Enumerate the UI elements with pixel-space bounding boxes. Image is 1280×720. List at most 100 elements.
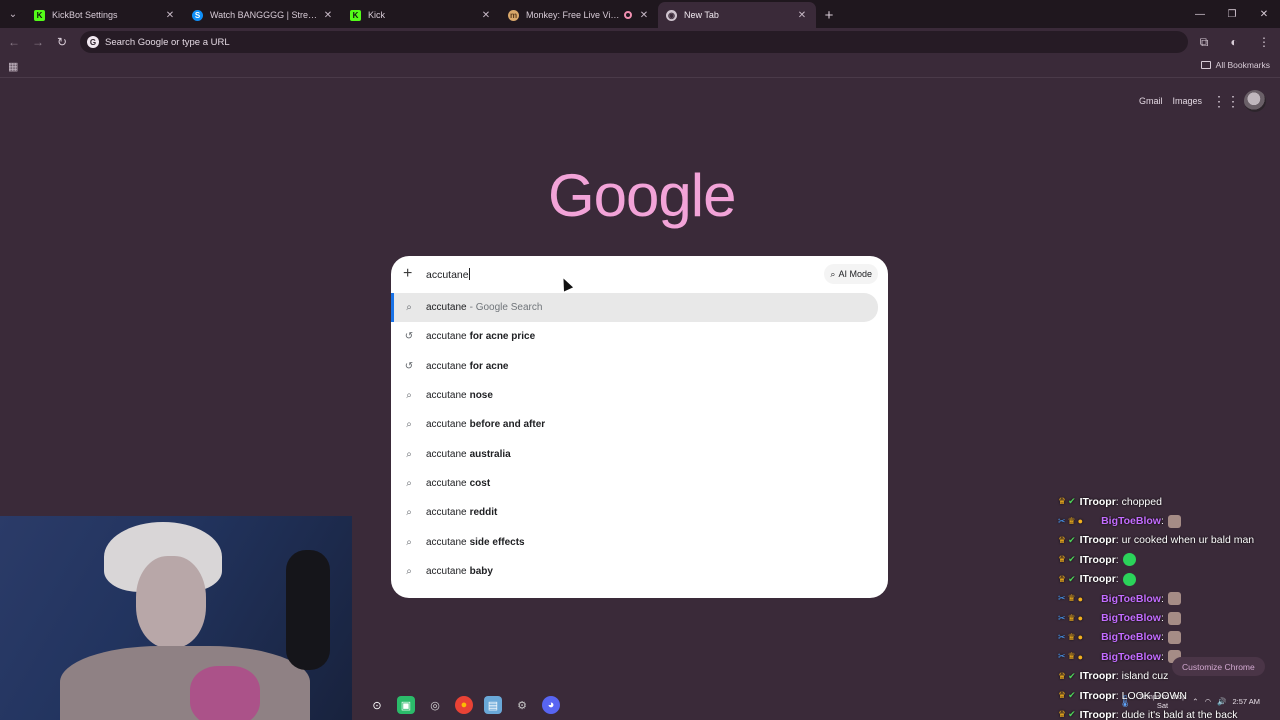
tab-close-icon[interactable]: ✕ [164, 10, 176, 21]
webcam-body [60, 646, 310, 720]
folder-icon [1200, 61, 1211, 69]
app-green-icon[interactable]: ▣ [397, 696, 415, 714]
chat-username[interactable]: BigToeBlow [1101, 593, 1161, 605]
chat-username[interactable]: BigToeBlow [1101, 651, 1161, 663]
chat-message: ♛ ✔ ITroopr: dude it's bald at the back [1058, 705, 1280, 720]
sword-badge-icon: ✂ [1058, 612, 1066, 623]
suggestion-base-text: accutane [426, 360, 467, 372]
text-caret [468, 268, 470, 280]
forward-arrow-icon[interactable]: → [26, 30, 50, 54]
settings-gear-icon[interactable]: ⚙ [513, 696, 531, 714]
tab-search-chevron-icon[interactable]: ⌄ [0, 0, 26, 28]
chat-username[interactable]: ITroopr [1080, 670, 1116, 682]
suggestion-completion-text: reddit [469, 507, 498, 519]
chat-message: ♛ ✔ ITroopr: [1058, 550, 1280, 569]
minimize-icon[interactable]: — [1184, 0, 1216, 28]
chat-message: ♛ ✔ ITroopr: ur cooked when ur bald man [1058, 531, 1280, 550]
tab-monkey[interactable]: m Monkey: Free Live Video Ch ✕ [500, 2, 658, 28]
back-arrow-icon[interactable]: ← [2, 30, 26, 54]
chat-message: ✂ ♛ ● BigToeBlow: [1058, 511, 1280, 530]
search-query[interactable]: accutane [426, 268, 470, 281]
verified-badge-icon: ✔ [1068, 554, 1076, 565]
profile-icon[interactable]: ◐ [1222, 32, 1246, 52]
chat-message: ♛ ✔ ITroopr: LOOK DOWN [1058, 686, 1280, 705]
history-clock-icon: ↺ [404, 360, 414, 372]
menu-kebab-icon[interactable]: ⋮ [1252, 32, 1276, 52]
google-apps-icon[interactable]: ⋮⋮⋮ [1212, 93, 1254, 110]
add-plus-icon[interactable]: + [403, 265, 412, 283]
coin-badge-icon: ● [1077, 593, 1084, 604]
suggestion-item[interactable]: ⌕ accutane reddit [391, 498, 888, 527]
monitor-icon[interactable]: ▤ [484, 696, 502, 714]
suggestion-item[interactable]: ⌕ accutane side effects [391, 527, 888, 556]
suggestion-item[interactable]: ⌕ accutane cost [391, 469, 888, 498]
new-tab-plus-icon[interactable]: + [816, 2, 842, 28]
obs-icon[interactable]: ◎ [426, 696, 444, 714]
chrome-taskbar-icon[interactable]: ● [455, 696, 473, 714]
omnibox[interactable]: G Search Google or type a URL [80, 31, 1188, 53]
verified-badge-icon: ✔ [1068, 690, 1076, 701]
chat-username[interactable]: BigToeBlow [1101, 515, 1161, 527]
coin-badge-icon: ● [1077, 632, 1084, 643]
toolbar-right: ⧉ ◐ ⋮ [1192, 32, 1276, 52]
tab-title: Monkey: Free Live Video Ch [526, 10, 624, 20]
discord-icon[interactable]: ◕ [542, 696, 560, 714]
coin-badge-icon: ● [1077, 516, 1084, 527]
crown-badge-icon: ♛ [1058, 496, 1067, 507]
chat-text: : [1160, 631, 1164, 644]
crown-badge-icon: ♛ [1067, 631, 1076, 642]
account-avatar[interactable] [1244, 90, 1266, 112]
tab-close-icon[interactable]: ✕ [322, 10, 334, 21]
tab-close-icon[interactable]: ✕ [480, 10, 492, 21]
all-bookmarks-button[interactable]: All Bookmarks [1200, 60, 1270, 70]
crown-badge-icon: ♛ [1058, 554, 1067, 565]
tab-close-icon[interactable]: ✕ [796, 10, 808, 21]
suggestion-suffix-text: - Google Search [469, 302, 543, 314]
suggestion-item[interactable]: ↺ accutane for acne price [391, 322, 888, 351]
tab-close-icon[interactable]: ✕ [638, 10, 650, 21]
close-window-icon[interactable]: ✕ [1248, 0, 1280, 28]
suggestion-completion-text: cost [469, 477, 491, 489]
suggestion-completion-text: before and after [469, 419, 546, 431]
reload-icon[interactable]: ↻ [50, 30, 74, 54]
tab-kickbot-settings[interactable]: K KickBot Settings ✕ [26, 2, 184, 28]
suggestion-item[interactable]: ⌕ accutane before and after [391, 410, 888, 439]
suggestion-item[interactable]: ⌕ accutane - Google Search [391, 293, 878, 323]
chat-username[interactable]: ITroopr [1080, 496, 1116, 508]
suggestion-item[interactable]: ↺ accutane for acne [391, 352, 888, 381]
chat-username[interactable]: BigToeBlow [1101, 612, 1161, 624]
omnibox-placeholder: Search Google or type a URL [105, 36, 230, 48]
tab-new-tab[interactable]: ◉ New Tab ✕ [658, 2, 816, 28]
search-icon: ⌕ [406, 448, 412, 460]
extensions-puzzle-icon[interactable]: ⧉ [1192, 32, 1216, 52]
chat-username[interactable]: ITroopr [1080, 690, 1116, 702]
sword-badge-icon: ✂ [1058, 631, 1066, 642]
tab-streamable[interactable]: S Watch BANGGGG | Streamable ✕ [184, 2, 342, 28]
chat-message: ✂ ♛ ● BigToeBlow: [1058, 628, 1280, 647]
verified-badge-icon: ✔ [1068, 670, 1076, 681]
suggestion-item[interactable]: ⌕ accutane baby [391, 557, 888, 586]
gmail-link[interactable]: Gmail [1139, 96, 1163, 106]
suggestion-base-text: accutane [426, 507, 467, 519]
tab-kick[interactable]: K Kick ✕ [342, 2, 500, 28]
chat-username[interactable]: ITroopr [1080, 709, 1116, 720]
ai-mode-button[interactable]: ⌕ AI Mode [824, 264, 878, 284]
suggestion-item[interactable]: ⌕ accutane australia [391, 439, 888, 468]
chat-username[interactable]: ITroopr [1080, 534, 1116, 546]
chat-username[interactable]: ITroopr [1080, 573, 1116, 585]
search-input[interactable]: + accutane ⌕ AI Mode [391, 256, 888, 292]
coin-badge-icon: ● [1077, 651, 1084, 662]
customize-chrome-button[interactable]: Customize Chrome [1172, 657, 1265, 676]
crown-badge-icon: ♛ [1058, 670, 1067, 681]
images-link[interactable]: Images [1172, 96, 1202, 106]
customize-chrome-label: Customize Chrome [1182, 661, 1255, 672]
apps-grid-icon[interactable]: ▦ [8, 61, 20, 73]
restore-icon[interactable]: ❐ [1216, 0, 1248, 28]
suggestion-item[interactable]: ⌕ accutane nose [391, 381, 888, 410]
chat-username[interactable]: BigToeBlow [1101, 631, 1161, 643]
suggestion-completion-text: nose [469, 390, 493, 402]
steam-icon[interactable]: ⊙ [368, 696, 386, 714]
suggestion-base-text: accutane [426, 390, 467, 402]
google-logo: Google [548, 162, 736, 229]
chat-username[interactable]: ITroopr [1080, 554, 1116, 566]
